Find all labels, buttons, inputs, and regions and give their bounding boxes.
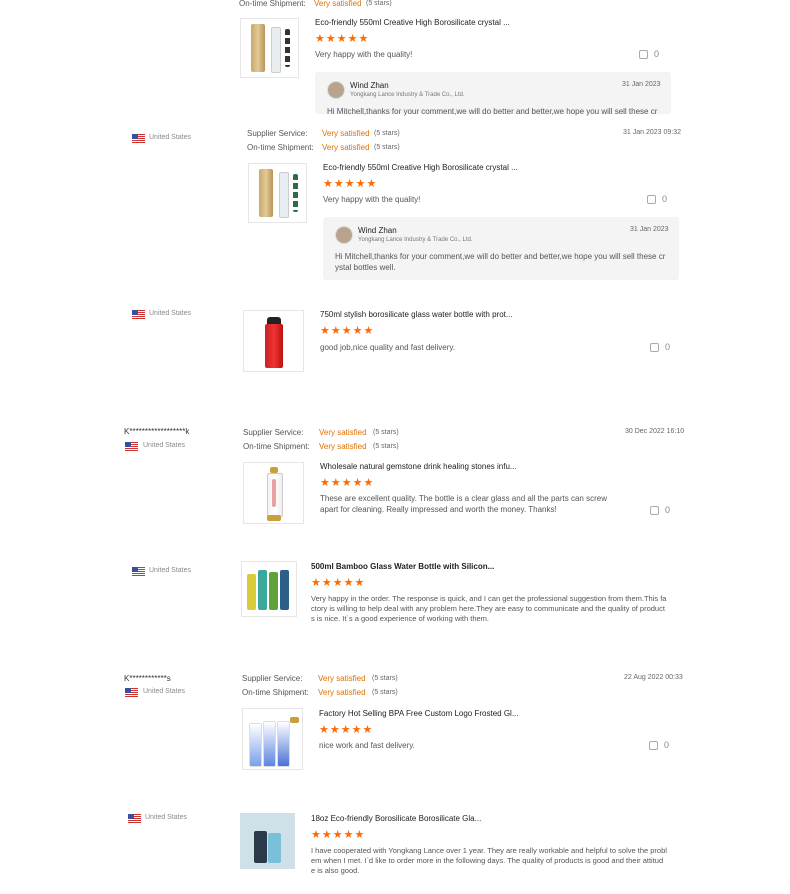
reply-author: Wind Zhan <box>350 81 389 90</box>
rating-stars: ★★★★★ <box>323 178 378 190</box>
supplier-service-label: Supplier Service: <box>242 674 303 683</box>
review-date: 30 Dec 2022 16:10 <box>625 428 685 435</box>
product-title[interactable]: 750ml stylish borosilicate glass water b… <box>320 310 513 319</box>
ontime-stars: (5 stars) <box>372 689 398 696</box>
reply-company: Yongkang Lance Industry & Trade Co., Ltd… <box>350 92 465 98</box>
review-comment-line: em when I met. I`d like to order more in… <box>311 856 664 865</box>
review-comment-line: apart for cleaning. Really impressed and… <box>320 505 557 514</box>
thumbs-up-icon <box>650 506 659 515</box>
reply-text: Hi Mitchell,thanks for your comment,we w… <box>327 107 658 116</box>
country-label: United States <box>149 310 192 317</box>
product-title[interactable]: 500ml Bamboo Glass Water Bottle with Sil… <box>311 562 494 571</box>
supplier-service-value: Very satisfied <box>319 428 367 437</box>
ontime-label: On-time Shipment: <box>242 688 309 697</box>
supplier-service-label: Supplier Service: <box>243 428 304 437</box>
review-comment: good job,nice quality and fast delivery. <box>320 343 456 352</box>
ontime-label: On-time Shipment: <box>239 0 306 8</box>
ontime-value: Very satisfied <box>322 143 370 152</box>
product-thumbnail[interactable] <box>240 18 299 78</box>
review-comment: Very happy with the quality! <box>323 195 421 204</box>
product-thumbnail[interactable] <box>241 561 297 617</box>
country-label: United States <box>143 442 186 449</box>
product-thumbnail[interactable] <box>243 310 304 372</box>
ontime-label: On-time Shipment: <box>247 143 314 152</box>
us-flag-icon <box>125 688 138 697</box>
country-label: United States <box>143 688 186 695</box>
us-flag-icon <box>125 442 138 451</box>
reply-text-line: ystal bottles well. <box>335 263 396 272</box>
supplier-avatar <box>335 226 353 244</box>
product-thumbnail[interactable] <box>240 813 295 869</box>
thumbs-up-icon <box>649 741 658 750</box>
product-thumbnail[interactable] <box>242 708 303 770</box>
product-title[interactable]: Wholesale natural gemstone drink healing… <box>320 462 517 471</box>
supplier-service-value: Very satisfied <box>318 674 366 683</box>
review-date: 31 Jan 2023 09:32 <box>623 129 681 136</box>
us-flag-icon <box>132 567 145 576</box>
supplier-service-value: Very satisfied <box>322 129 370 138</box>
supplier-service-label: Supplier Service: <box>247 129 308 138</box>
review-date: 22 Aug 2022 00:33 <box>624 674 683 681</box>
country-label: United States <box>149 134 192 141</box>
product-title[interactable]: Factory Hot Selling BPA Free Custom Logo… <box>319 709 519 718</box>
like-button[interactable]: 0 <box>639 49 659 59</box>
like-button[interactable]: 0 <box>650 342 670 352</box>
supplier-service-stars: (5 stars) <box>372 675 398 682</box>
review-comment-line: These are excellent quality. The bottle … <box>320 494 607 503</box>
like-button[interactable]: 0 <box>650 505 670 515</box>
like-count: 0 <box>665 342 671 352</box>
product-title[interactable]: Eco-friendly 550ml Creative High Borosil… <box>323 163 518 172</box>
rating-stars: ★★★★★ <box>311 577 366 589</box>
ontime-value: Very satisfied <box>318 688 366 697</box>
reply-company: Yongkang Lance Industry & Trade Co., Ltd… <box>358 237 473 243</box>
like-count: 0 <box>654 49 660 59</box>
ontime-label: On-time Shipment: <box>243 442 310 451</box>
ontime-stars: (5 stars) <box>373 443 399 450</box>
thumbs-up-icon <box>639 50 648 59</box>
country-label: United States <box>145 814 188 821</box>
supplier-reply: Wind Zhan Yongkang Lance Industry & Trad… <box>323 217 679 280</box>
product-title[interactable]: 18oz Eco-friendly Borosilicate Borosilic… <box>311 814 481 823</box>
thumbs-up-icon <box>647 195 656 204</box>
reply-author: Wind Zhan <box>358 226 397 235</box>
ontime-value: Very satisfied <box>319 442 367 451</box>
ontime-value: Very satisfied <box>314 0 362 8</box>
like-button[interactable]: 0 <box>647 194 667 204</box>
like-count: 0 <box>665 505 671 515</box>
reply-text-line: Hi Mitchell,thanks for your comment,we w… <box>335 252 666 261</box>
like-count: 0 <box>664 740 670 750</box>
product-title[interactable]: Eco-friendly 550ml Creative High Borosil… <box>315 18 510 27</box>
supplier-reply: Wind Zhan Yongkang Lance Industry & Trad… <box>315 72 671 116</box>
supplier-service-stars: (5 stars) <box>373 429 399 436</box>
review-comment-line: e is also good. <box>311 866 360 875</box>
rating-stars: ★★★★★ <box>319 724 374 736</box>
rating-stars: ★★★★★ <box>320 325 375 337</box>
ontime-stars: (5 stars) <box>366 0 392 7</box>
supplier-service-stars: (5 stars) <box>374 130 400 137</box>
rating-stars: ★★★★★ <box>311 829 366 841</box>
product-thumbnail[interactable] <box>243 462 304 524</box>
product-thumbnail[interactable] <box>248 163 307 223</box>
rating-stars: ★★★★★ <box>320 477 375 489</box>
review-comment: nice work and fast delivery. <box>319 741 415 750</box>
rating-stars: ★★★★★ <box>315 33 370 45</box>
reply-date: 31 Jan 2023 <box>630 226 669 233</box>
reviewer-name: K************s <box>124 674 171 683</box>
review-comment-line: s is nice. It`s a good experience of wor… <box>311 614 490 623</box>
ontime-stars: (5 stars) <box>374 144 400 151</box>
country-label: United States <box>149 567 192 574</box>
us-flag-icon <box>128 814 141 823</box>
reply-date: 31 Jan 2023 <box>622 81 661 88</box>
like-count: 0 <box>662 194 668 204</box>
review-comment: Very happy with the quality! <box>315 50 413 59</box>
reviewer-name: K******************k <box>124 427 190 436</box>
us-flag-icon <box>132 134 145 143</box>
supplier-avatar <box>327 81 345 99</box>
like-button[interactable]: 0 <box>649 740 669 750</box>
us-flag-icon <box>132 310 145 319</box>
thumbs-up-icon <box>650 343 659 352</box>
